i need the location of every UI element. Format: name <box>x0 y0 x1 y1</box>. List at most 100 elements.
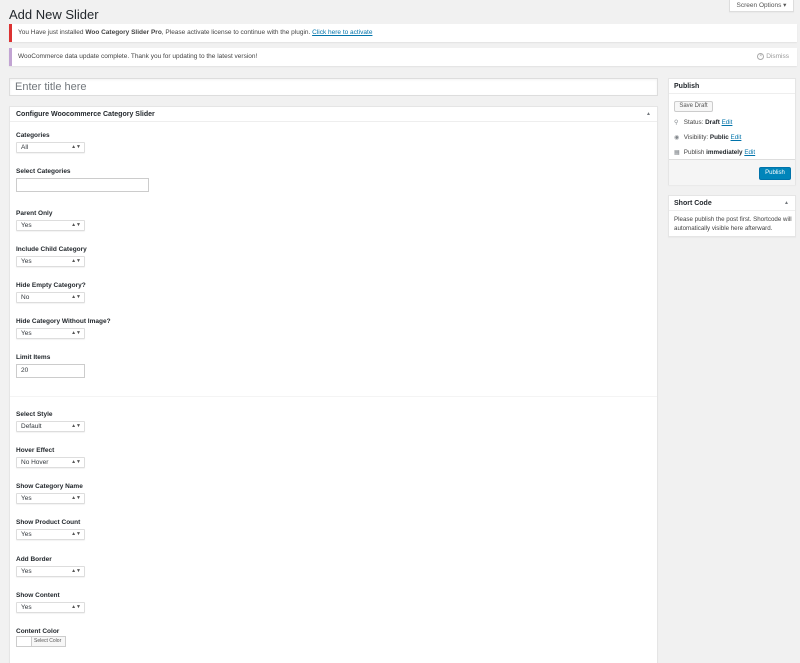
status-row: ⚲ Status: Draft Edit <box>674 119 732 126</box>
status-label: Status: <box>683 119 704 126</box>
save-draft-button[interactable]: Save Draft <box>674 101 713 112</box>
field-hide-without-image: Hide Category Without Image? Yes ▲▼ <box>16 318 111 339</box>
woocommerce-notice-text: WooCommerce data update complete. Thank … <box>18 53 258 60</box>
select-value: All <box>21 144 29 151</box>
field-hover-effect: Hover Effect No Hover ▲▼ <box>16 447 85 468</box>
limit-items-input[interactable]: 20 <box>16 364 85 378</box>
select-value: No <box>21 294 30 301</box>
field-label: Show Category Name <box>16 483 83 490</box>
field-label: Hide Empty Category? <box>16 282 86 289</box>
field-label: Limit Items <box>16 354 51 361</box>
edit-visibility-link[interactable]: Edit <box>731 134 742 141</box>
select-arrows-icon: ▲▼ <box>71 459 81 465</box>
show-product-count-select[interactable]: Yes ▲▼ <box>16 529 85 540</box>
visibility-value: Public <box>709 134 729 141</box>
color-swatch <box>17 637 32 646</box>
schedule-value: immediately <box>706 149 743 156</box>
select-arrows-icon: ▲▼ <box>71 222 81 228</box>
status-value: Draft <box>705 119 720 126</box>
publish-box-header[interactable]: Publish <box>669 79 795 94</box>
collapse-arrow-icon[interactable]: ▲ <box>646 107 651 122</box>
publish-box: Publish Save Draft ⚲ Status: Draft Edit … <box>668 78 796 185</box>
edit-schedule-link[interactable]: Edit <box>744 149 755 156</box>
metabox-header[interactable]: Configure Woocommerce Category Slider ▲ <box>10 107 657 122</box>
shortcode-box-title: Short Code <box>674 200 712 207</box>
field-show-product-count: Show Product Count Yes ▲▼ <box>16 519 85 540</box>
field-hide-empty: Hide Empty Category? No ▲▼ <box>16 282 86 303</box>
select-color-label: Select Color <box>34 638 62 644</box>
schedule-row: ▦ Publish immediately Edit <box>674 149 755 156</box>
screen-options-button[interactable]: Screen Options ▾ <box>729 0 794 12</box>
field-show-content: Show Content Yes ▲▼ <box>16 592 85 613</box>
eye-icon: ◉ <box>674 135 680 141</box>
post-title-input[interactable] <box>9 78 658 96</box>
license-notice-text: You Have just installed <box>18 29 86 36</box>
select-arrows-icon: ▲▼ <box>71 294 81 300</box>
field-label: Content Color <box>16 628 60 635</box>
select-value: Yes <box>21 258 32 265</box>
dismiss-button[interactable]: × Dismiss <box>757 48 789 66</box>
calendar-icon: ▦ <box>674 150 680 156</box>
field-label: Include Child Category <box>16 246 87 253</box>
license-notice-text-after: , Please activate license to continue wi… <box>161 29 313 36</box>
select-arrows-icon: ▲▼ <box>71 568 81 574</box>
dismiss-icon: × <box>757 52 765 60</box>
field-show-category-name: Show Category Name Yes ▲▼ <box>16 483 85 504</box>
select-value: Yes <box>21 495 32 502</box>
show-category-name-select[interactable]: Yes ▲▼ <box>16 493 85 504</box>
include-child-select[interactable]: Yes ▲▼ <box>16 256 85 267</box>
field-content-color: Content Color Select Color <box>16 628 66 647</box>
select-arrows-icon: ▲▼ <box>71 495 81 501</box>
select-value: Yes <box>21 330 32 337</box>
select-arrows-icon: ▲▼ <box>71 423 81 429</box>
shortcode-box: Short Code ▲ Please publish the post fir… <box>668 195 796 237</box>
dismiss-label: Dismiss <box>766 53 789 60</box>
field-select-style: Select Style Default ▲▼ <box>16 411 85 432</box>
select-value: Yes <box>21 604 32 611</box>
show-content-select[interactable]: Yes ▲▼ <box>16 602 85 613</box>
field-include-child: Include Child Category Yes ▲▼ <box>16 246 87 267</box>
select-arrows-icon: ▲▼ <box>71 531 81 537</box>
field-label: Show Content <box>16 592 60 599</box>
select-categories-input[interactable] <box>16 178 149 192</box>
select-value: Yes <box>21 568 32 575</box>
parent-only-select[interactable]: Yes ▲▼ <box>16 220 85 231</box>
select-color-button[interactable]: Select Color <box>16 636 66 647</box>
woocommerce-notice: WooCommerce data update complete. Thank … <box>9 48 797 66</box>
select-style-select[interactable]: Default ▲▼ <box>16 421 85 432</box>
field-label: Hover Effect <box>16 447 55 454</box>
hide-empty-select[interactable]: No ▲▼ <box>16 292 85 303</box>
hide-without-image-select[interactable]: Yes ▲▼ <box>16 328 85 339</box>
field-label: Hide Category Without Image? <box>16 318 111 325</box>
select-value: Yes <box>21 222 32 229</box>
select-value: Yes <box>21 531 32 538</box>
field-add-border: Add Border Yes ▲▼ <box>16 556 85 577</box>
select-value: Default <box>21 423 42 430</box>
page-title: Add New Slider <box>9 7 99 22</box>
shortcode-message: Please publish the post first. Shortcode… <box>674 216 792 232</box>
section-divider <box>10 396 657 397</box>
screen-options-label: Screen Options <box>736 2 782 9</box>
field-label: Categories <box>16 132 50 139</box>
configure-slider-metabox: Configure Woocommerce Category Slider ▲ … <box>9 106 658 663</box>
activate-license-link[interactable]: Click here to activate <box>312 29 372 36</box>
field-select-categories: Select Categories <box>16 168 149 192</box>
select-arrows-icon: ▲▼ <box>71 144 81 150</box>
field-label: Parent Only <box>16 210 53 217</box>
collapse-arrow-icon[interactable]: ▲ <box>784 196 789 211</box>
metabox-title: Configure Woocommerce Category Slider <box>16 111 155 118</box>
field-label: Select Categories <box>16 168 71 175</box>
field-limit-items: Limit Items 20 <box>16 354 85 378</box>
publish-button[interactable]: Publish <box>759 167 791 180</box>
schedule-label: Publish <box>683 149 705 156</box>
publish-actions: Publish <box>669 159 795 185</box>
shortcode-box-header[interactable]: Short Code ▲ <box>669 196 795 211</box>
categories-select[interactable]: All ▲▼ <box>16 142 85 153</box>
select-arrows-icon: ▲▼ <box>71 330 81 336</box>
publish-box-title: Publish <box>674 83 700 90</box>
add-border-select[interactable]: Yes ▲▼ <box>16 566 85 577</box>
hover-effect-select[interactable]: No Hover ▲▼ <box>16 457 85 468</box>
visibility-row: ◉ Visibility: Public Edit <box>674 134 741 141</box>
edit-status-link[interactable]: Edit <box>722 119 733 126</box>
field-label: Show Product Count <box>16 519 81 526</box>
